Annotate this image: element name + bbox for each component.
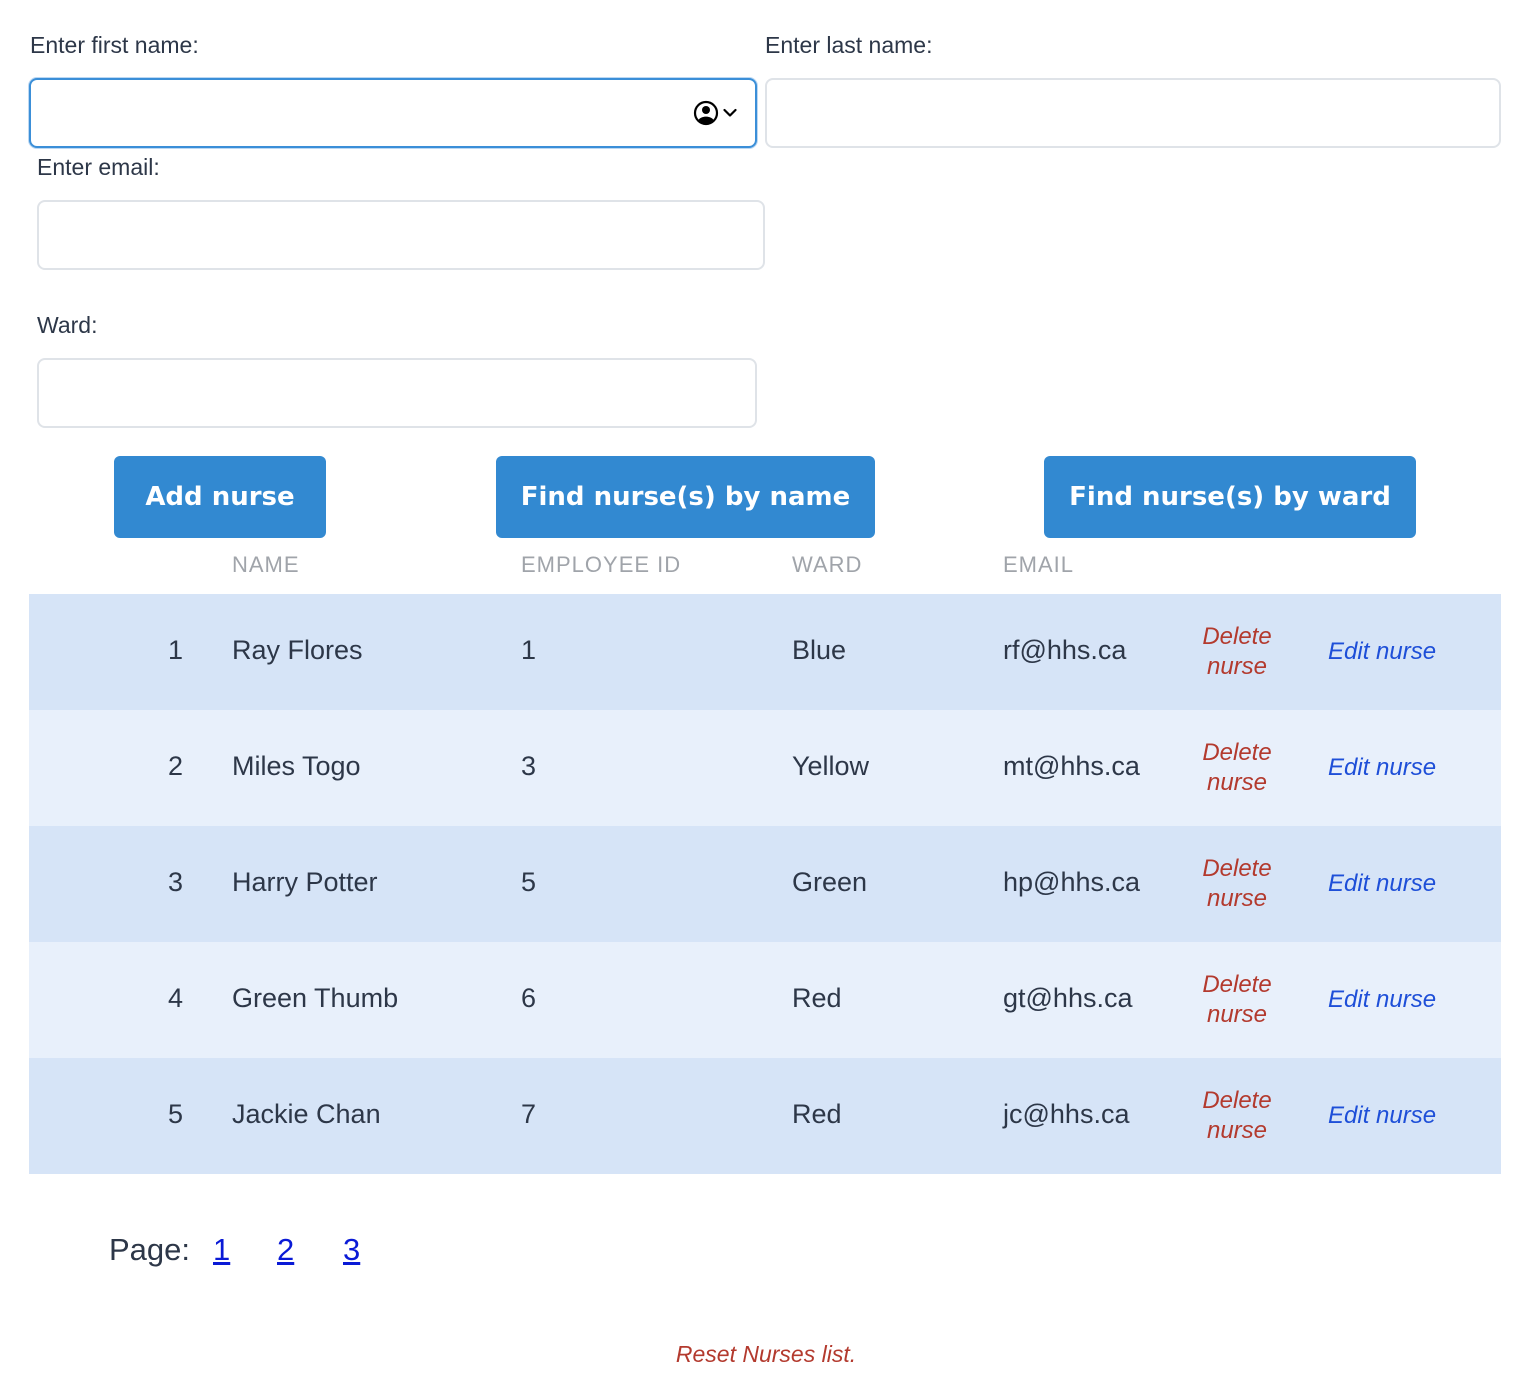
column-header-employee-id: EMPLOYEE ID bbox=[521, 552, 682, 577]
last-name-label: Enter last name: bbox=[765, 32, 933, 58]
pagination-label: Page: bbox=[109, 1232, 191, 1267]
nurse-name: Jackie Chan bbox=[232, 1099, 381, 1129]
employee-id: 1 bbox=[521, 635, 537, 665]
employee-id: 7 bbox=[521, 1099, 537, 1129]
add-nurse-button[interactable]: Add nurse bbox=[114, 456, 326, 538]
page-link-2[interactable]: 2 bbox=[277, 1232, 294, 1267]
table-row: 2 Miles Togo 3 Yellow mt@hhs.ca Delete n… bbox=[29, 710, 1501, 826]
email-label: Enter email: bbox=[37, 154, 160, 180]
last-name-input[interactable] bbox=[765, 78, 1501, 148]
nurse-name: Miles Togo bbox=[232, 751, 361, 781]
page-link-1[interactable]: 1 bbox=[213, 1232, 230, 1267]
email: rf@hhs.ca bbox=[1003, 635, 1127, 665]
ward-label: Ward: bbox=[37, 312, 98, 338]
ward: Yellow bbox=[792, 751, 870, 781]
nurse-name: Ray Flores bbox=[232, 635, 363, 665]
email: gt@hhs.ca bbox=[1003, 983, 1133, 1013]
email-input[interactable] bbox=[37, 200, 765, 270]
edit-nurse-link[interactable]: Edit nurse bbox=[1328, 638, 1436, 666]
edit-nurse-link[interactable]: Edit nurse bbox=[1328, 1102, 1436, 1130]
first-name-input[interactable] bbox=[29, 78, 757, 148]
email: hp@hhs.ca bbox=[1003, 867, 1140, 897]
row-index: 3 bbox=[167, 867, 183, 897]
ward: Red bbox=[792, 1099, 842, 1129]
edit-nurse-link[interactable]: Edit nurse bbox=[1328, 870, 1436, 898]
email: mt@hhs.ca bbox=[1003, 751, 1140, 781]
table-row: 3 Harry Potter 5 Green hp@hhs.ca Delete … bbox=[29, 826, 1501, 942]
delete-nurse-link[interactable]: Delete nurse bbox=[1195, 970, 1279, 1030]
page-link-3[interactable]: 3 bbox=[343, 1232, 360, 1267]
ward: Red bbox=[792, 983, 842, 1013]
column-header-email: EMAIL bbox=[1003, 552, 1075, 577]
delete-nurse-link[interactable]: Delete nurse bbox=[1195, 854, 1279, 914]
email: jc@hhs.ca bbox=[1003, 1099, 1130, 1129]
employee-id: 5 bbox=[521, 867, 537, 897]
edit-nurse-link[interactable]: Edit nurse bbox=[1328, 986, 1436, 1014]
delete-nurse-link[interactable]: Delete nurse bbox=[1195, 738, 1279, 798]
row-index: 4 bbox=[167, 983, 183, 1013]
table-row: 1 Ray Flores 1 Blue rf@hhs.ca Delete nur… bbox=[29, 594, 1501, 710]
table-row: 5 Jackie Chan 7 Red jc@hhs.ca Delete nur… bbox=[29, 1058, 1501, 1174]
edit-nurse-link[interactable]: Edit nurse bbox=[1328, 754, 1436, 782]
column-header-ward: WARD bbox=[792, 552, 863, 577]
row-index: 2 bbox=[167, 751, 183, 781]
delete-nurse-link[interactable]: Delete nurse bbox=[1195, 1086, 1279, 1146]
nurse-name: Green Thumb bbox=[232, 983, 399, 1013]
first-name-label: Enter first name: bbox=[30, 32, 199, 58]
ward: Green bbox=[792, 867, 868, 897]
contact-autofill-icon[interactable] bbox=[693, 100, 737, 126]
reset-nurses-link[interactable]: Reset Nurses list. bbox=[676, 1341, 856, 1367]
find-by-ward-button[interactable]: Find nurse(s) by ward bbox=[1044, 456, 1416, 538]
ward-input[interactable] bbox=[37, 358, 757, 428]
row-index: 1 bbox=[167, 635, 183, 665]
employee-id: 6 bbox=[521, 983, 537, 1013]
delete-nurse-link[interactable]: Delete nurse bbox=[1195, 622, 1279, 682]
ward: Blue bbox=[792, 635, 847, 665]
row-index: 5 bbox=[167, 1099, 183, 1129]
chevron-down-icon bbox=[723, 108, 737, 117]
employee-id: 3 bbox=[521, 751, 537, 781]
table-row: 4 Green Thumb 6 Red gt@hhs.ca Delete nur… bbox=[29, 942, 1501, 1058]
find-by-name-button[interactable]: Find nurse(s) by name bbox=[496, 456, 875, 538]
column-header-name: NAME bbox=[232, 552, 300, 577]
nurse-name: Harry Potter bbox=[232, 867, 378, 897]
